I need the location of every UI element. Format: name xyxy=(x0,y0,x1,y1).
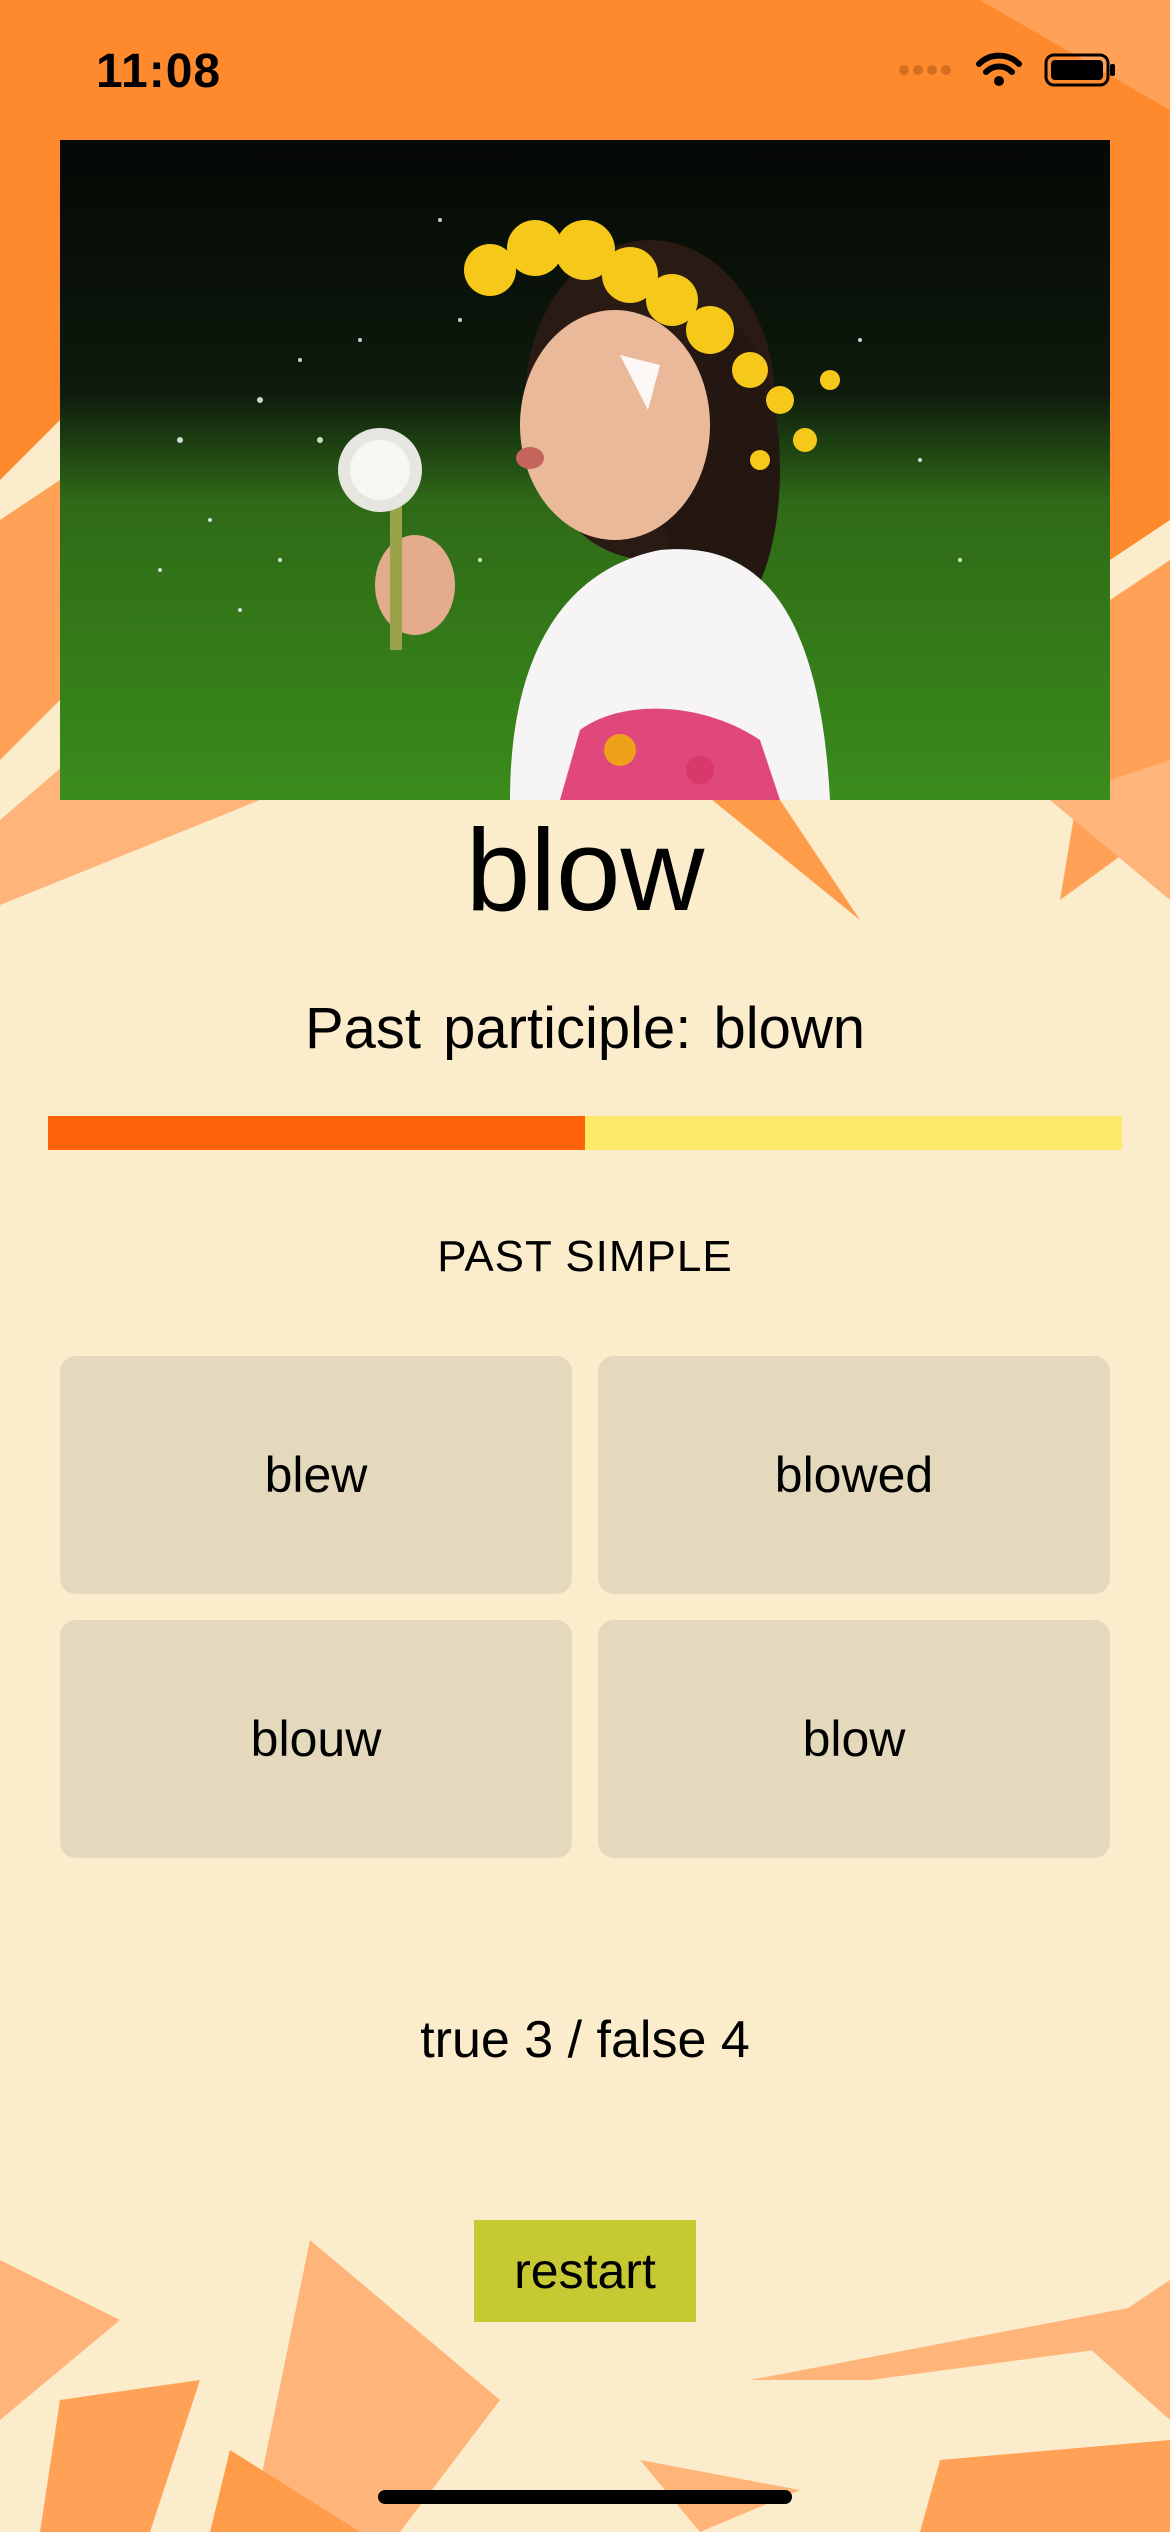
home-indicator xyxy=(378,2490,792,2504)
answer-option-1[interactable]: blew xyxy=(60,1356,572,1594)
answer-option-4[interactable]: blow xyxy=(598,1620,1110,1858)
status-icons xyxy=(898,52,1116,88)
past-participle-text: Past participle: blown xyxy=(304,996,866,1061)
restart-button[interactable]: restart xyxy=(474,2220,696,2322)
wifi-icon xyxy=(976,52,1022,86)
verb-title: blow xyxy=(465,805,705,935)
answer-option-2[interactable]: blowed xyxy=(598,1356,1110,1594)
answer-option-3[interactable]: blouw xyxy=(60,1620,572,1858)
status-time: 11:08 xyxy=(96,45,222,98)
question-section-title: PAST SIMPLE xyxy=(437,1232,733,1281)
battery-icon xyxy=(1044,53,1115,87)
signal-dots-icon xyxy=(899,65,951,75)
status-bar: 11:08 xyxy=(0,0,1170,140)
score-text: true 3 / false 4 xyxy=(420,2011,750,2069)
verb-illustration-photo xyxy=(60,140,1110,800)
quiz-progress-bar xyxy=(48,1116,1122,1150)
answer-grid: blew blowed blouw blow xyxy=(60,1356,1110,1858)
quiz-progress-fill xyxy=(48,1116,585,1150)
